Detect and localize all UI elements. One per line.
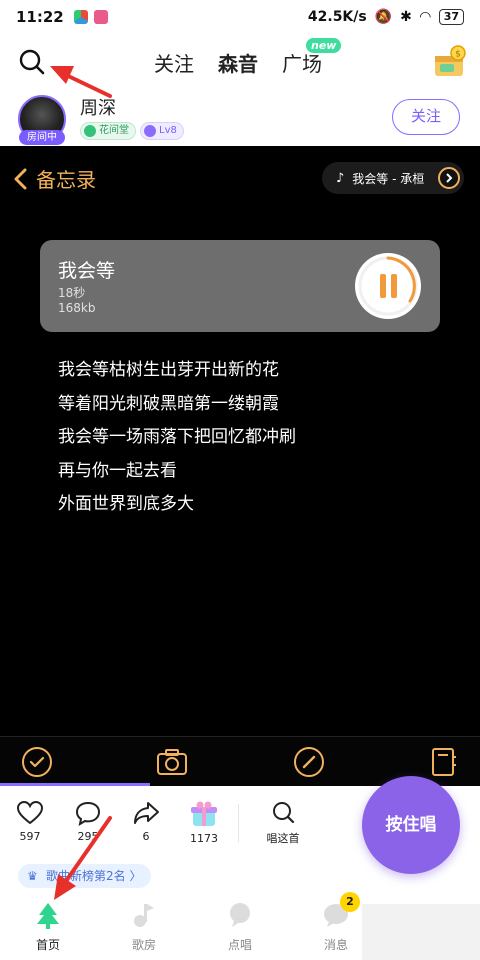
- audio-duration: 18秒: [58, 286, 86, 300]
- memo-back-button[interactable]: 备忘录: [12, 164, 96, 193]
- coin-gift-icon: $: [435, 45, 466, 76]
- crown-icon: ♛: [27, 869, 38, 883]
- lyric-line: 再与你一起去看: [58, 460, 177, 481]
- mute-icon: 🔕: [374, 9, 393, 25]
- lyric-line: 等着阳光刺破黑暗第一缕朝霞: [58, 393, 279, 414]
- sing-this-label: 唱这首: [266, 832, 300, 845]
- hall-badge-label: 花间堂: [99, 125, 129, 136]
- comment-count: 295: [77, 830, 99, 843]
- audio-title: 我会等: [58, 260, 116, 282]
- network-speed: 42.5K/s: [307, 9, 367, 25]
- tab-square-label: 广场: [282, 52, 322, 76]
- hall-badge-icon: [84, 125, 96, 137]
- coin-gift-button[interactable]: $: [432, 44, 468, 80]
- live-tag: 房间中: [19, 130, 65, 145]
- share-count: 6: [142, 830, 150, 843]
- hall-badge: 花间堂: [80, 122, 136, 140]
- share-button[interactable]: 6: [126, 800, 166, 843]
- hold-to-sing-button[interactable]: 按住唱: [362, 776, 460, 874]
- music-note-icon: [134, 904, 154, 927]
- message-badge: 2: [340, 892, 360, 912]
- tab-senyin[interactable]: 森音: [218, 48, 258, 77]
- memo-panel: 备忘录 ♪ 我会等 - 承桓 我会等 18秒 168kb 我会等枯树生出芽开出新…: [0, 146, 480, 786]
- notebook-button[interactable]: [426, 745, 460, 779]
- actions-row: 597 295 6 1173 唱这首 按住唱: [0, 776, 480, 874]
- comment-button[interactable]: 295: [68, 800, 108, 843]
- nav-messages-label: 消息: [323, 938, 348, 952]
- search-button[interactable]: [16, 46, 48, 78]
- nav-home[interactable]: 首页: [18, 900, 78, 953]
- chevron-left-icon: [14, 168, 27, 189]
- pause-button[interactable]: [354, 252, 422, 320]
- new-badge: new: [306, 38, 342, 53]
- tab-square[interactable]: 广场 new: [282, 38, 342, 77]
- status-time: 11:22: [16, 8, 64, 26]
- notebook-icon: [432, 748, 456, 776]
- gift-button[interactable]: 1173: [184, 800, 224, 845]
- tab-follow[interactable]: 关注: [154, 48, 194, 77]
- share-icon: [134, 802, 159, 824]
- tree-icon: [37, 903, 59, 929]
- svg-text:$: $: [455, 50, 461, 60]
- user-row: 房间中 周深 花间堂 Lv8 关注: [0, 90, 480, 146]
- corner-overlay: [362, 904, 480, 960]
- status-bar: 11:22 42.5K/s 🔕 ✱ ◠ 37: [0, 0, 480, 34]
- audio-size: 168kb: [58, 301, 96, 315]
- wifi-icon: ◠: [419, 9, 431, 25]
- nav-home-label: 首页: [35, 938, 60, 952]
- battery-indicator: 37: [438, 9, 464, 25]
- lyric-line: 我会等枯树生出芽开出新的花: [58, 360, 279, 380]
- heart-icon: [16, 800, 44, 825]
- edit-button[interactable]: [292, 745, 326, 779]
- camera-button[interactable]: [155, 745, 189, 779]
- nav-request[interactable]: 点唱: [210, 900, 270, 953]
- rank-badge[interactable]: ♛ 歌曲新榜第2名 〉: [18, 864, 152, 888]
- song-pill-label: 我会等 - 承桓: [352, 171, 425, 186]
- sing-this-button[interactable]: 唱这首: [258, 800, 308, 846]
- level-badge-label: Lv8: [159, 125, 177, 136]
- top-tabs: 关注 森音 广场 new: [154, 38, 342, 77]
- microphone-icon: [230, 903, 250, 927]
- check-circle-icon: [22, 747, 52, 777]
- level-badge: Lv8: [140, 122, 184, 140]
- memo-title: 备忘录: [36, 168, 96, 192]
- rank-label: 歌曲新榜第2名 〉: [46, 869, 142, 883]
- bluetooth-icon: ✱: [400, 9, 412, 25]
- divider: [238, 804, 239, 842]
- follow-button[interactable]: 关注: [392, 99, 460, 135]
- next-icon[interactable]: [438, 167, 460, 189]
- nav-karaoke-label: 歌房: [131, 938, 156, 952]
- search-icon: [273, 802, 295, 824]
- music-note-icon: ♪: [336, 170, 345, 186]
- level-badge-icon: [144, 125, 156, 137]
- like-count: 597: [19, 830, 41, 843]
- song-pill[interactable]: ♪ 我会等 - 承桓: [322, 162, 464, 194]
- lyric-line: 外面世界到底多大: [58, 494, 194, 514]
- check-button[interactable]: [20, 745, 54, 779]
- lyric-line: 我会等一场雨落下把回忆都冲刷: [58, 427, 296, 447]
- app-notification-icon-2: [93, 10, 108, 24]
- search-icon: [19, 49, 45, 75]
- top-nav: 关注 森音 广场 new $: [0, 34, 480, 90]
- gift-count: 1173: [190, 832, 218, 845]
- user-name[interactable]: 周深: [80, 94, 116, 120]
- like-button[interactable]: 597: [10, 800, 50, 843]
- comment-icon: [75, 801, 101, 826]
- lyrics: 我会等枯树生出芽开出新的花 等着阳光刺破黑暗第一缕朝霞 我会等一场雨落下把回忆都…: [58, 354, 296, 522]
- nav-karaoke-room[interactable]: 歌房: [114, 900, 174, 953]
- nav-request-label: 点唱: [227, 938, 252, 952]
- audio-card[interactable]: 我会等 18秒 168kb: [40, 240, 440, 332]
- pencil-icon: [294, 747, 324, 777]
- gift-icon: [191, 801, 217, 826]
- camera-icon: [157, 749, 187, 775]
- app-notification-icon: [73, 10, 88, 24]
- pause-icon: [355, 253, 421, 319]
